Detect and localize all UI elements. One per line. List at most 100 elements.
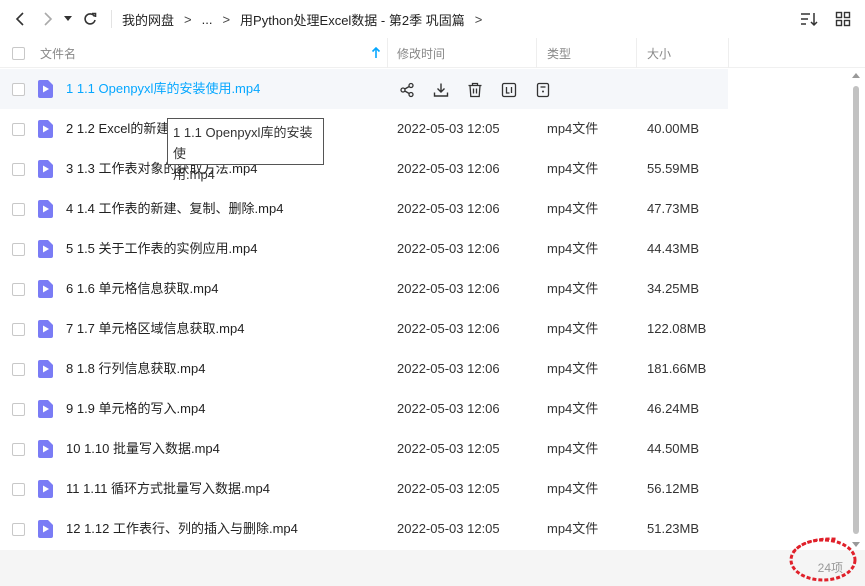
table-row[interactable]: 4 1.4 工作表的新建、复制、删除.mp4 2022-05-03 12:06 … bbox=[0, 189, 728, 229]
delete-button[interactable] bbox=[465, 80, 484, 99]
sort-button[interactable] bbox=[799, 9, 819, 29]
share-icon bbox=[399, 82, 414, 97]
table-row[interactable]: 1 1.1 Openpyxl库的安装使用.mp4 bbox=[0, 69, 728, 109]
row-checkbox[interactable] bbox=[12, 403, 25, 416]
file-size: 34.25MB bbox=[647, 281, 700, 296]
row-checkbox[interactable] bbox=[12, 83, 25, 96]
file-modified: 2022-05-03 12:06 bbox=[397, 321, 500, 336]
file-type: mp4文件 bbox=[547, 361, 599, 376]
video-file-icon bbox=[38, 320, 53, 338]
grid-icon bbox=[835, 11, 851, 27]
row-checkbox[interactable] bbox=[12, 123, 25, 136]
video-file-icon bbox=[38, 160, 53, 178]
file-modified: 2022-05-03 12:06 bbox=[397, 401, 500, 416]
row-checkbox[interactable] bbox=[12, 363, 25, 376]
column-type-label: 类型 bbox=[547, 46, 572, 61]
row-checkbox[interactable] bbox=[12, 443, 25, 456]
file-size: 46.24MB bbox=[647, 401, 700, 416]
table-row[interactable]: 6 1.6 单元格信息获取.mp4 2022-05-03 12:06 mp4文件… bbox=[0, 269, 728, 309]
vertical-scrollbar[interactable] bbox=[850, 70, 862, 550]
file-size: 55.59MB bbox=[647, 161, 700, 176]
sort-ascending-icon bbox=[371, 47, 381, 58]
video-file-icon bbox=[38, 520, 53, 538]
file-size: 51.23MB bbox=[647, 521, 700, 536]
table-row[interactable]: 8 1.8 行列信息获取.mp4 2022-05-03 12:06 mp4文件 … bbox=[0, 349, 728, 389]
table-row[interactable]: 5 1.5 关于工作表的实例应用.mp4 2022-05-03 12:06 mp… bbox=[0, 229, 728, 269]
video-file-icon bbox=[38, 360, 53, 378]
file-name[interactable]: 4 1.4 工作表的新建、复制、删除.mp4 bbox=[66, 189, 283, 229]
video-file-icon bbox=[38, 440, 53, 458]
file-name[interactable]: 8 1.8 行列信息获取.mp4 bbox=[66, 349, 205, 389]
caret-down-icon bbox=[64, 16, 72, 21]
toolbar-divider bbox=[111, 10, 112, 28]
table-row[interactable]: 9 1.9 单元格的写入.mp4 2022-05-03 12:06 mp4文件 … bbox=[0, 389, 728, 429]
file-name[interactable]: 1 1.1 Openpyxl库的安装使用.mp4 bbox=[66, 69, 260, 109]
file-size: 181.66MB bbox=[647, 361, 707, 376]
table-row[interactable]: 10 1.10 批量写入数据.mp4 2022-05-03 12:05 mp4文… bbox=[0, 429, 728, 469]
row-checkbox[interactable] bbox=[12, 163, 25, 176]
row-checkbox[interactable] bbox=[12, 283, 25, 296]
download-button[interactable] bbox=[431, 80, 450, 99]
scrollbar-thumb[interactable] bbox=[853, 86, 859, 534]
video-file-icon bbox=[38, 240, 53, 258]
video-file-icon bbox=[38, 280, 53, 298]
breadcrumb-root[interactable]: 我的网盘 bbox=[122, 10, 174, 29]
file-name[interactable]: 7 1.7 单元格区域信息获取.mp4 bbox=[66, 309, 244, 349]
file-size: 44.50MB bbox=[647, 441, 700, 456]
video-file-icon bbox=[38, 200, 53, 218]
refresh-button[interactable] bbox=[79, 8, 101, 30]
table-row[interactable]: 3 1.3 工作表对象的获取方法.mp4 2022-05-03 12:06 mp… bbox=[0, 149, 728, 189]
scroll-up-icon[interactable] bbox=[852, 72, 860, 78]
file-modified: 2022-05-03 12:06 bbox=[397, 241, 500, 256]
file-modified: 2022-05-03 12:05 bbox=[397, 521, 500, 536]
file-name[interactable]: 10 1.10 批量写入数据.mp4 bbox=[66, 429, 220, 469]
file-name[interactable]: 11 1.11 循环方式批量写入数据.mp4 bbox=[66, 469, 270, 509]
grid-view-button[interactable] bbox=[833, 9, 853, 29]
column-modified-label: 修改时间 bbox=[397, 46, 446, 61]
file-type: mp4文件 bbox=[547, 201, 599, 216]
row-checkbox[interactable] bbox=[12, 523, 25, 536]
more-button[interactable] bbox=[533, 80, 552, 99]
column-name[interactable]: 文件名 bbox=[40, 38, 388, 68]
file-name[interactable]: 2 1.2 Excel的新建、 bbox=[66, 109, 182, 149]
file-type: mp4文件 bbox=[547, 401, 599, 416]
refresh-icon bbox=[84, 12, 97, 25]
breadcrumb-ellipsis[interactable]: ... bbox=[202, 12, 213, 27]
breadcrumb-current[interactable]: 用Python处理Excel数据 - 第2季 巩固篇 bbox=[240, 10, 465, 29]
file-name[interactable]: 12 1.12 工作表行、列的插入与删除.mp4 bbox=[66, 509, 298, 549]
row-checkbox[interactable] bbox=[12, 323, 25, 336]
table-row[interactable]: 11 1.11 循环方式批量写入数据.mp4 2022-05-03 12:05 … bbox=[0, 469, 728, 509]
breadcrumb-separator: > bbox=[184, 11, 192, 27]
column-size[interactable]: 大小 bbox=[647, 38, 729, 68]
row-checkbox[interactable] bbox=[12, 203, 25, 216]
file-modified: 2022-05-03 12:06 bbox=[397, 281, 500, 296]
column-type[interactable]: 类型 bbox=[547, 38, 637, 68]
delete-icon bbox=[468, 82, 481, 97]
file-modified: 2022-05-03 12:06 bbox=[397, 361, 500, 376]
annotation-circle bbox=[789, 537, 857, 582]
tooltip-line: 1 1.1 Openpyxl库的安装使 bbox=[173, 125, 313, 161]
file-name[interactable]: 6 1.6 单元格信息获取.mp4 bbox=[66, 269, 218, 309]
table-row[interactable]: 12 1.12 工作表行、列的插入与删除.mp4 2022-05-03 12:0… bbox=[0, 509, 728, 549]
share-button[interactable] bbox=[397, 80, 416, 99]
table-row[interactable]: 2 1.2 Excel的新建、 2022-05-03 12:05 mp4文件 4… bbox=[0, 109, 728, 149]
forward-button[interactable] bbox=[37, 8, 59, 30]
rename-button[interactable] bbox=[499, 80, 518, 99]
chevron-left-icon bbox=[15, 12, 24, 26]
breadcrumb-separator: > bbox=[474, 11, 483, 27]
row-checkbox[interactable] bbox=[12, 243, 25, 256]
breadcrumb: 我的网盘 > ... > 用Python处理Excel数据 - 第2季 巩固篇 … bbox=[122, 10, 492, 29]
video-file-icon bbox=[38, 80, 53, 98]
select-all-checkbox[interactable] bbox=[12, 47, 25, 60]
table-row[interactable]: 7 1.7 单元格区域信息获取.mp4 2022-05-03 12:06 mp4… bbox=[0, 309, 728, 349]
file-size: 56.12MB bbox=[647, 481, 700, 496]
file-type: mp4文件 bbox=[547, 321, 599, 336]
column-size-label: 大小 bbox=[647, 46, 672, 61]
file-name[interactable]: 5 1.5 关于工作表的实例应用.mp4 bbox=[66, 229, 257, 269]
history-dropdown-button[interactable] bbox=[61, 8, 75, 30]
back-button[interactable] bbox=[9, 8, 31, 30]
column-name-label: 文件名 bbox=[40, 46, 77, 61]
column-modified[interactable]: 修改时间 bbox=[397, 38, 537, 68]
file-name[interactable]: 9 1.9 单元格的写入.mp4 bbox=[66, 389, 205, 429]
row-checkbox[interactable] bbox=[12, 483, 25, 496]
